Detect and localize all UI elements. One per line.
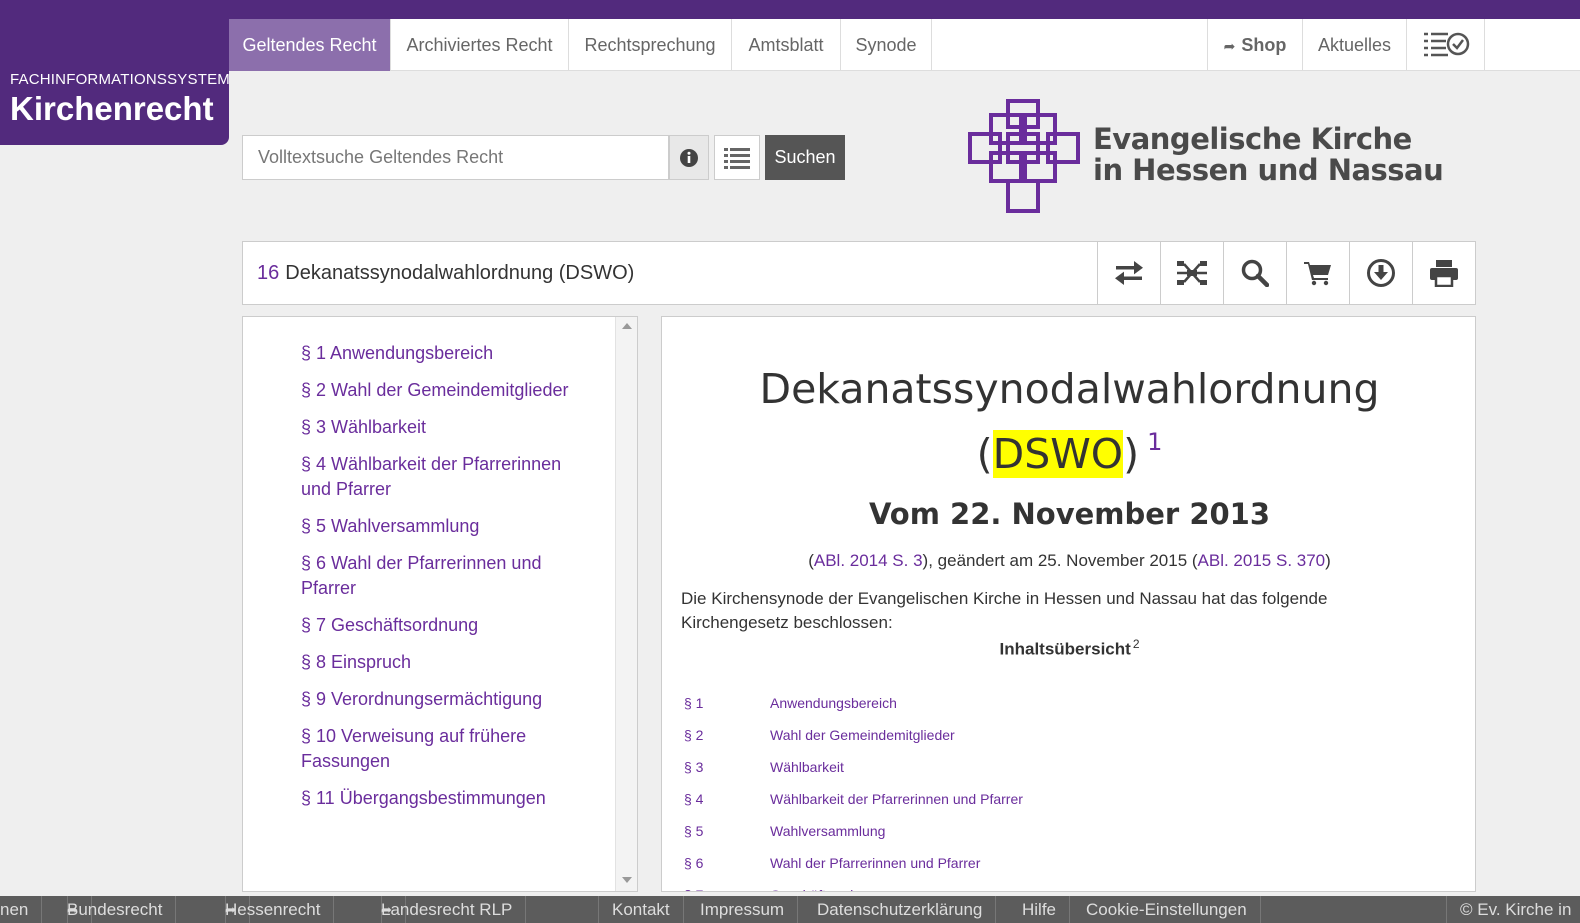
footer-link-impressum[interactable]: Impressum xyxy=(687,896,799,923)
search-input[interactable] xyxy=(242,135,669,180)
top-accent-bar xyxy=(0,0,1580,19)
download-button[interactable] xyxy=(1349,242,1412,304)
toc-list: § 1 Anwendungsbereich § 2 Wahl der Gemei… xyxy=(301,341,591,823)
footer-link-cookies[interactable]: Cookie-Einstellungen xyxy=(1073,896,1261,923)
ekhn-logo-text: Evangelische Kirche in Hessen und Nassau xyxy=(1093,122,1444,187)
gazette-link[interactable]: ABl. 2014 S. 3 xyxy=(814,551,923,570)
structure-button[interactable] xyxy=(1160,242,1223,304)
overview-table: § 1 Anwendungsbereich § 2 Wahl der Gemeind… xyxy=(684,687,1023,891)
tab-geltendes-recht[interactable]: Geltendes Recht xyxy=(229,19,391,71)
toc-item[interactable]: § 6 Wahl der Pfarrerinnen und Pfarrer xyxy=(301,551,591,601)
footnote-link[interactable]: 1 xyxy=(1147,428,1162,456)
document-content: Dekanatssynodalwahlordnung (DSWO) 1 Vom 2… xyxy=(661,316,1476,892)
brand-logo[interactable]: FACHINFORMATIONSSYSTEM Kirchenrecht xyxy=(0,0,230,145)
tab-amtsblatt[interactable]: Amtsblatt xyxy=(732,19,841,71)
table-row[interactable]: § 2 Wahl der Gemeindemitglieder xyxy=(684,719,1023,751)
search-options-button[interactable] xyxy=(714,135,760,180)
search-icon xyxy=(1241,259,1269,287)
table-row[interactable]: § 5 Wahlversammlung xyxy=(684,815,1023,847)
tab-synode[interactable]: Synode xyxy=(841,19,932,71)
list-icon xyxy=(724,147,750,169)
law-preamble: Die Kirchensynode der Evangelischen Kirc… xyxy=(681,589,1328,632)
toc-panel: § 1 Anwendungsbereich § 2 Wahl der Gemei… xyxy=(242,316,638,892)
document-number: 16 xyxy=(257,262,280,284)
toc-item[interactable]: § 1 Anwendungsbereich xyxy=(301,341,591,366)
toc-item[interactable]: § 2 Wahl der Gemeindemitglieder xyxy=(301,378,591,403)
document-toolbar: 16 Dekanatssynodalwahlordnung (DSWO) xyxy=(242,241,1476,305)
toc-item[interactable]: § 10 Verweisung auf frühere Fassungen xyxy=(301,724,591,774)
brand-subtitle: FACHINFORMATIONSSYSTEM xyxy=(10,71,230,88)
footer-link-hilfe[interactable]: Hilfe xyxy=(1009,896,1071,923)
external-arrow-icon: ➦ xyxy=(1223,38,1236,54)
table-row[interactable]: § 1 Anwendungsbereich xyxy=(684,687,1023,719)
toc-item[interactable]: § 3 Wählbarkeit xyxy=(301,415,591,440)
toc-item[interactable]: § 7 Geschäftsordnung xyxy=(301,613,591,638)
download-icon xyxy=(1367,259,1395,287)
print-icon xyxy=(1430,260,1458,287)
brand-title: Kirchenrecht xyxy=(10,90,214,127)
gazette-link[interactable]: ABl. 2015 S. 370 xyxy=(1198,551,1326,570)
toc-item[interactable]: § 9 Verordnungsermächtigung xyxy=(301,687,591,712)
scroll-down-icon[interactable] xyxy=(622,877,632,883)
table-row[interactable]: § 6 Wahl der Pfarrerinnen und Pfarrer xyxy=(684,847,1023,879)
compare-button[interactable] xyxy=(1097,242,1160,304)
info-icon xyxy=(680,148,698,167)
news-link[interactable]: Aktuelles xyxy=(1303,19,1407,71)
toc-item[interactable]: § 5 Wahlversammlung xyxy=(301,514,591,539)
ekhn-logo xyxy=(968,99,1080,213)
cart-button[interactable] xyxy=(1286,242,1349,304)
footer-bar: nen ➦ Bundesrecht ➦ Hessenrecht ➦ Landesrec… xyxy=(0,896,1580,923)
table-row[interactable]: § 4 Wählbarkeit der Pfarrerinnen und Pfar… xyxy=(684,783,1023,815)
main-nav: Geltendes Recht Archiviertes Recht Recht… xyxy=(229,19,1580,71)
shop-link[interactable]: ➦ Shop xyxy=(1207,19,1303,71)
law-heading: Dekanatssynodalwahlordnung (DSWO) 1 xyxy=(759,365,1380,478)
overview-heading: Inhaltsübersicht 2 xyxy=(999,637,1140,659)
tab-rechtsprechung[interactable]: Rechtsprechung xyxy=(569,19,732,71)
history-button[interactable] xyxy=(1407,19,1485,71)
footer-link-hessenrecht[interactable]: ➦ Hessenrecht xyxy=(199,896,335,923)
toc-scrollbar[interactable] xyxy=(615,317,637,891)
search-highlight: DSWO xyxy=(992,430,1124,478)
search-button[interactable]: Suchen xyxy=(765,135,845,180)
swap-arrows-icon xyxy=(1115,261,1143,285)
footnote-link[interactable]: 2 xyxy=(1133,637,1140,651)
footer-link[interactable]: nen xyxy=(0,896,43,923)
search-info-button[interactable] xyxy=(669,135,709,180)
footer-link-kontakt[interactable]: Kontakt xyxy=(598,896,684,923)
law-references: (ABl. 2014 S. 3), geändert am 25. Novemb… xyxy=(808,551,1331,570)
cart-icon xyxy=(1304,262,1331,286)
structure-icon xyxy=(1177,261,1207,285)
toc-item[interactable]: § 11 Übergangsbestimmungen xyxy=(301,786,591,811)
footer-link-landesrecht[interactable]: ➦ Landesrecht RLP xyxy=(355,896,527,923)
toc-item[interactable]: § 8 Einspruch xyxy=(301,650,591,675)
footer-copyright: © Ev. Kirche in xyxy=(1446,896,1580,923)
footer-link-bundesrecht[interactable]: ➦ Bundesrecht xyxy=(41,896,177,923)
print-button[interactable] xyxy=(1412,242,1475,304)
law-date: Vom 22. November 2013 xyxy=(868,497,1271,531)
table-row[interactable]: § 3 Wählbarkeit xyxy=(684,751,1023,783)
scroll-up-icon[interactable] xyxy=(622,323,632,329)
table-row[interactable]: § 7Geschäftsordnung xyxy=(684,879,1023,891)
document-search-button[interactable] xyxy=(1223,242,1286,304)
list-clock-icon xyxy=(1423,32,1469,57)
document-title: 16 Dekanatssynodalwahlordnung (DSWO) xyxy=(257,262,635,284)
footer-link-datenschutz[interactable]: Datenschutzerklärung xyxy=(804,896,997,923)
toc-item[interactable]: § 4 Wählbarkeit der Pfarrerinnen und Pfa… xyxy=(301,452,591,502)
tab-archiviertes-recht[interactable]: Archiviertes Recht xyxy=(391,19,569,71)
